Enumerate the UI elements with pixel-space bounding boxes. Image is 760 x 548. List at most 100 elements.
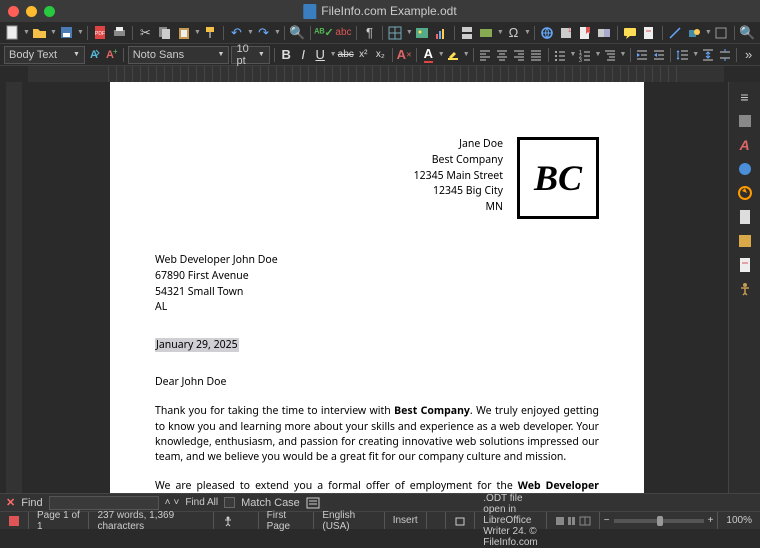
special-char-dropdown[interactable]: ▼ (524, 29, 530, 36)
page-break-icon[interactable] (459, 24, 476, 42)
zoom-out-button[interactable]: − (604, 515, 610, 526)
save-dropdown[interactable]: ▼ (77, 29, 83, 36)
insert-field-icon[interactable] (478, 24, 495, 42)
zoom-slider-thumb[interactable] (657, 516, 663, 526)
decrease-para-spacing-icon[interactable] (717, 46, 732, 64)
clone-formatting-icon[interactable] (202, 24, 219, 42)
document-page[interactable]: Jane Doe Best Company 12345 Main Street … (110, 82, 644, 493)
highlight-dropdown[interactable]: ▼ (463, 51, 469, 58)
close-findbar-button[interactable]: ✕ (6, 496, 15, 509)
strikethrough-icon[interactable]: abc (338, 46, 354, 64)
find-prev-button[interactable]: ˄ (165, 497, 171, 508)
vertical-scrollbar[interactable] (718, 82, 728, 493)
find-input[interactable] (49, 496, 159, 510)
decrease-indent-icon[interactable] (651, 46, 666, 64)
vertical-ruler[interactable] (6, 82, 22, 493)
font-color-icon[interactable]: A (421, 46, 436, 64)
superscript-icon[interactable]: x² (356, 46, 371, 64)
minimize-window-button[interactable] (26, 6, 37, 17)
undo-dropdown[interactable]: ▼ (247, 29, 253, 36)
zoom-in-button[interactable]: + (708, 515, 714, 526)
paragraph-style-combo[interactable]: Body Text▼ (4, 46, 85, 64)
bookmark-icon[interactable] (577, 24, 594, 42)
save-icon[interactable] (58, 24, 75, 42)
page-style-cell[interactable]: First Page (259, 512, 315, 529)
line-spacing-icon[interactable] (675, 46, 690, 64)
signature-cell[interactable] (446, 512, 475, 529)
spellcheck-icon[interactable]: ᴬᴮ✓ (315, 24, 333, 42)
paste-dropdown[interactable]: ▼ (194, 29, 200, 36)
find-all-button[interactable]: Find All (185, 497, 218, 508)
formatting-marks-icon[interactable]: ¶ (361, 24, 378, 42)
bullet-list-icon[interactable] (553, 46, 568, 64)
paste-icon[interactable] (175, 24, 192, 42)
copy-icon[interactable] (156, 24, 173, 42)
underline-dropdown[interactable]: ▼ (330, 51, 336, 58)
font-color-dropdown[interactable]: ▼ (438, 51, 444, 58)
hyperlink-icon[interactable] (539, 24, 556, 42)
underline-icon[interactable]: U (313, 46, 328, 64)
page-number-cell[interactable]: Page 1 of 1 (29, 512, 89, 529)
language-cell[interactable]: English (USA) (314, 512, 384, 529)
page-panel-icon[interactable] (733, 206, 757, 228)
table-dropdown[interactable]: ▼ (406, 29, 412, 36)
redo-icon[interactable]: ↷ (255, 24, 272, 42)
new-doc-icon[interactable] (4, 24, 21, 42)
highlight-icon[interactable] (446, 46, 461, 64)
subscript-icon[interactable]: x₂ (373, 46, 388, 64)
shapes-dropdown[interactable]: ▼ (705, 29, 711, 36)
align-center-icon[interactable] (495, 46, 510, 64)
cut-icon[interactable]: ✂ (137, 24, 154, 42)
export-pdf-icon[interactable]: PDF (92, 24, 109, 42)
update-style-icon[interactable]: A (87, 46, 102, 64)
view-layout-cell[interactable] (547, 512, 600, 529)
clear-formatting-icon[interactable]: A✕ (397, 46, 412, 64)
basic-shapes-icon[interactable] (686, 24, 703, 42)
align-right-icon[interactable] (512, 46, 527, 64)
increase-indent-icon[interactable] (634, 46, 649, 64)
insert-chart-icon[interactable] (433, 24, 450, 42)
outline-dropdown[interactable]: ▼ (620, 51, 626, 58)
zoom-slider[interactable] (614, 519, 704, 523)
print-icon[interactable] (111, 24, 128, 42)
field-dropdown[interactable]: ▼ (497, 29, 503, 36)
number-list-icon[interactable]: 123 (578, 46, 593, 64)
open-dropdown[interactable]: ▼ (50, 29, 56, 36)
cross-ref-icon[interactable] (596, 24, 613, 42)
save-status-icon[interactable] (0, 512, 29, 529)
manage-changes-icon[interactable] (733, 254, 757, 276)
navigator-panel-icon[interactable] (733, 182, 757, 204)
italic-icon[interactable]: I (296, 46, 311, 64)
open-icon[interactable] (31, 24, 48, 42)
align-left-icon[interactable] (478, 46, 493, 64)
insert-mode-cell[interactable]: Insert (385, 512, 427, 529)
font-name-combo[interactable]: Noto Sans▼ (128, 46, 230, 64)
font-size-combo[interactable]: 10 pt▼ (231, 46, 269, 64)
draw-functions-icon[interactable] (713, 24, 730, 42)
outline-list-icon[interactable] (603, 46, 618, 64)
zoom-slider-cell[interactable]: − + (600, 512, 719, 529)
style-inspector-icon[interactable] (733, 230, 757, 252)
increase-para-spacing-icon[interactable] (700, 46, 715, 64)
accessibility-status-cell[interactable] (214, 512, 259, 529)
find-options-icon[interactable] (306, 497, 320, 509)
bullet-dropdown[interactable]: ▼ (570, 51, 576, 58)
find-next-button[interactable]: ˅ (173, 497, 179, 508)
redo-dropdown[interactable]: ▼ (274, 29, 280, 36)
accessibility-check-icon[interactable] (733, 278, 757, 300)
close-window-button[interactable] (8, 6, 19, 17)
align-justify-icon[interactable] (529, 46, 544, 64)
comment-icon[interactable] (622, 24, 639, 42)
line-icon[interactable] (667, 24, 684, 42)
zoom-icon[interactable]: 🔍 (739, 24, 756, 42)
match-case-checkbox[interactable] (224, 497, 235, 508)
new-style-icon[interactable]: A+ (104, 46, 119, 64)
new-doc-dropdown[interactable]: ▼ (23, 29, 29, 36)
undo-icon[interactable]: ↶ (228, 24, 245, 42)
horizontal-ruler[interactable] (28, 66, 724, 82)
word-count-cell[interactable]: 237 words, 1,369 characters (89, 512, 213, 529)
spacing-dropdown[interactable]: ▼ (692, 51, 698, 58)
toolbar-overflow-icon[interactable]: » (741, 46, 756, 64)
sidebar-menu-icon[interactable]: ≡ (733, 86, 757, 108)
document-viewport[interactable]: Jane Doe Best Company 12345 Main Street … (28, 82, 718, 493)
